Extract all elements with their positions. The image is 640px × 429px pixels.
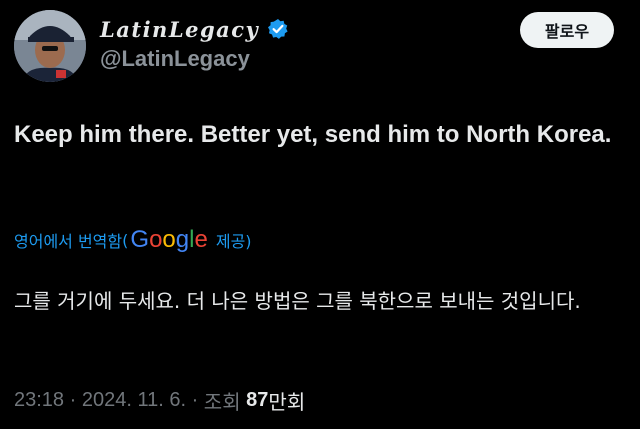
tweet-text: Keep him there. Better yet, send him to … xyxy=(14,121,612,148)
tweet-header: LatinLegacy @LatinLegacy 팔로우 xyxy=(12,8,628,82)
tweet-meta: 23:18 · 2024. 11. 6. · 조회 87 만회 xyxy=(14,386,305,415)
translated-text: 그를 거기에 두세요. 더 나은 방법은 그를 북한으로 보내는 것입니다. xyxy=(14,289,581,313)
avatar[interactable] xyxy=(14,10,86,82)
follow-button[interactable]: 팔로우 xyxy=(520,12,614,48)
tweet-time[interactable]: 23:18 xyxy=(14,389,64,412)
translated-from-label: 영어에서 번역함 xyxy=(14,232,123,251)
views-count: 87 xyxy=(246,389,269,411)
display-name[interactable]: LatinLegacy xyxy=(100,17,259,42)
google-logo: Google xyxy=(130,226,208,253)
verified-badge-icon xyxy=(267,18,289,40)
user-handle[interactable]: @LatinLegacy xyxy=(100,46,289,72)
views-unit: 만회 xyxy=(268,392,306,414)
tweet-date[interactable]: 2024. 11. 6. xyxy=(82,389,186,412)
provided-by-label: 제공) xyxy=(215,232,252,251)
profile-photo-icon xyxy=(14,10,86,82)
translation-attribution[interactable]: 영어에서 번역함 ( Google 제공) xyxy=(14,228,252,252)
views-label: 조회 xyxy=(203,392,241,414)
